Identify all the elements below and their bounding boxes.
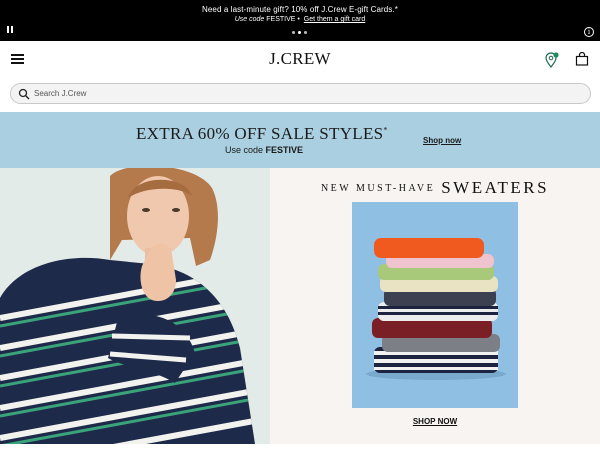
carousel-dot-active[interactable]	[298, 31, 301, 34]
sale-code-prefix: Use code	[225, 145, 264, 155]
search-bar[interactable]	[10, 83, 591, 104]
search-input[interactable]	[34, 86, 574, 101]
sale-headline-text: EXTRA 60% OFF SALE STYLES	[136, 124, 384, 143]
carousel-dot[interactable]	[292, 31, 295, 34]
model-photo	[0, 168, 270, 444]
sale-banner[interactable]: EXTRA 60% OFF SALE STYLES* Use code FEST…	[0, 112, 600, 168]
hero-model-image[interactable]	[0, 168, 270, 444]
promo-banner[interactable]: Need a last-minute gift? 10% off J.Crew …	[0, 0, 600, 41]
hero-title-big: SWEATERS	[441, 178, 550, 197]
promo-code-line: Use code FESTIVE • Get them a gift card	[0, 16, 600, 23]
sale-headline: EXTRA 60% OFF SALE STYLES*	[136, 124, 388, 144]
sale-code: FESTIVE	[265, 145, 304, 155]
shopping-bag-icon[interactable]	[575, 52, 589, 66]
search-icon	[18, 88, 30, 100]
carousel-dot[interactable]	[304, 31, 307, 34]
sale-code-line: Use code FESTIVE	[225, 145, 303, 155]
jcrew-logo[interactable]: J.CREW	[0, 49, 600, 69]
sweater-stack-photo	[352, 202, 518, 408]
promo-code-prefix: Use code	[234, 16, 265, 23]
site-header: J.CREW	[0, 41, 600, 79]
sale-headline-mark: *	[383, 125, 388, 135]
promo-separator: •	[297, 16, 300, 23]
gift-card-link[interactable]: Get them a gift card	[304, 16, 365, 23]
hero-promo-panel: NEW MUST-HAVE SWEATERS SHOP NOW	[270, 168, 600, 444]
sweater-stack-image[interactable]	[352, 202, 518, 408]
store-location-icon[interactable]	[545, 52, 559, 68]
shop-now-link[interactable]: Shop now	[423, 136, 461, 145]
carousel-dots[interactable]	[292, 31, 307, 34]
promo-code: FESTIVE	[266, 16, 296, 23]
hero-title: NEW MUST-HAVE SWEATERS	[270, 178, 600, 198]
promo-message: Need a last-minute gift? 10% off J.Crew …	[201, 5, 398, 14]
pause-icon[interactable]	[7, 26, 15, 34]
info-icon[interactable]: i	[584, 27, 594, 37]
shop-now-button[interactable]: SHOP NOW	[270, 417, 600, 426]
hero-title-small: NEW MUST-HAVE	[320, 183, 436, 194]
